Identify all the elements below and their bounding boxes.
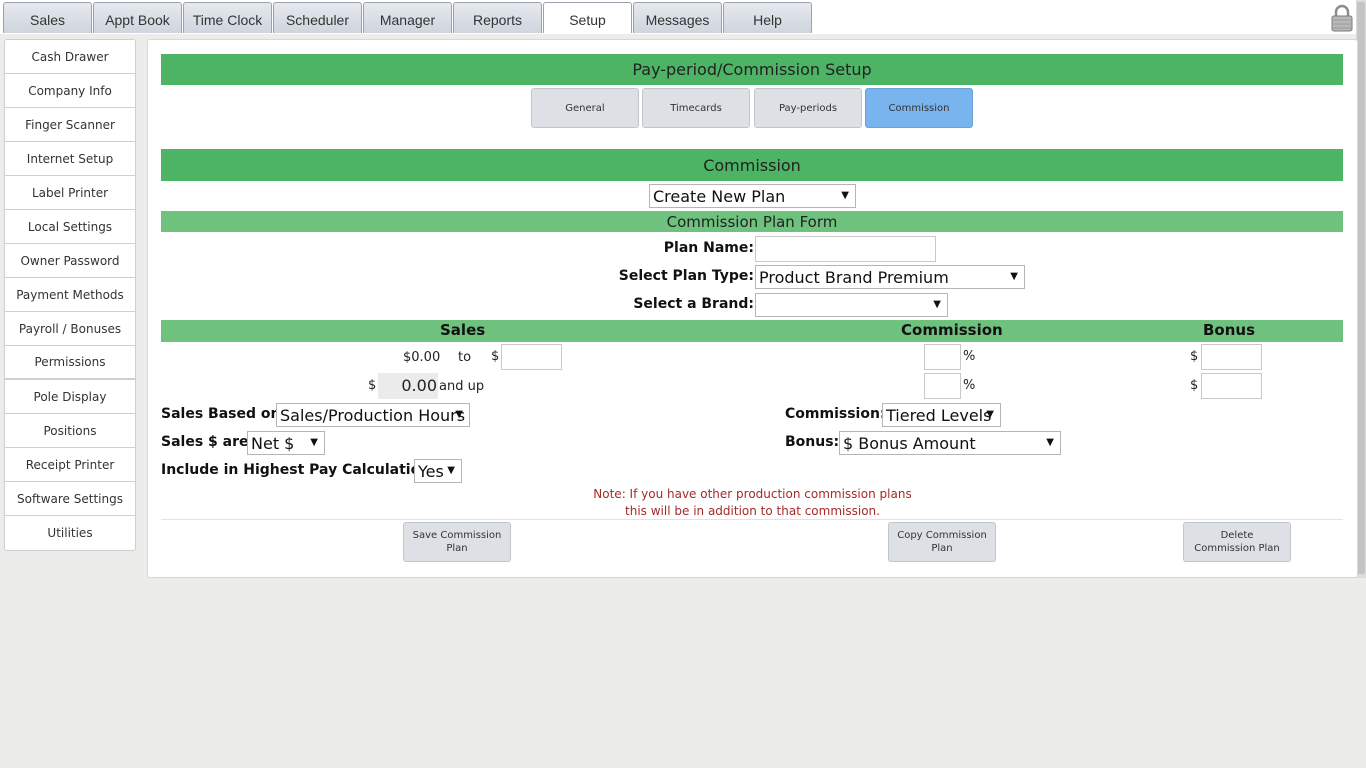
brand-label: Select a Brand:: [633, 296, 754, 312]
sidebar-item-finger-scanner[interactable]: Finger Scanner: [5, 108, 135, 142]
copy-commission-plan-button[interactable]: Copy Commission Plan: [888, 522, 996, 562]
chevron-down-icon: ▼: [310, 437, 318, 448]
tier1-from: $0.00: [403, 350, 441, 365]
sidebar-item-payroll-bonuses[interactable]: Payroll / Bonuses: [5, 312, 135, 346]
chevron-down-icon: ▼: [1010, 271, 1018, 282]
tier2-percent: %: [963, 378, 976, 393]
sidebar-item-software-settings[interactable]: Software Settings: [5, 482, 135, 516]
tab-messages[interactable]: Messages: [633, 2, 722, 33]
lock-icon[interactable]: [1330, 4, 1354, 32]
sales-are-label: Sales $ are:: [161, 434, 255, 450]
form-title: Commission Plan Form: [666, 212, 838, 231]
bonus-type-select[interactable]: $ Bonus Amount ▼: [839, 431, 1061, 455]
tier1-to-label: to: [458, 350, 472, 365]
tab-scheduler[interactable]: Scheduler: [273, 2, 362, 33]
delete-commission-plan-button[interactable]: Delete Commission Plan: [1183, 522, 1291, 562]
tier2-bonus-input[interactable]: [1201, 373, 1262, 399]
commission-note: Note: If you have other production commi…: [148, 486, 1357, 520]
sales-are-value: Net $: [251, 433, 295, 453]
tab-sales[interactable]: Sales: [3, 2, 92, 33]
commission-type-select[interactable]: Tiered Levels ▼: [882, 403, 1001, 427]
tier1-currency: $: [491, 349, 500, 364]
sales-based-value: Sales/Production Hours: [280, 405, 466, 425]
commission-type-value: Tiered Levels: [886, 405, 992, 425]
commission-title-bar: Commission: [161, 149, 1343, 181]
scrollbar-thumb[interactable]: [1357, 2, 1365, 574]
sidebar-item-company-info[interactable]: Company Info: [5, 74, 135, 108]
sales-based-select[interactable]: Sales/Production Hours ▼: [276, 403, 470, 427]
subtab-timecards[interactable]: Timecards: [642, 88, 750, 128]
chevron-down-icon: ▼: [986, 409, 994, 420]
chevron-down-icon: ▼: [933, 299, 941, 310]
page-title: Pay-period/Commission Setup: [632, 60, 872, 79]
tab-appt-book[interactable]: Appt Book: [93, 2, 182, 33]
plan-select-value: Create New Plan: [653, 186, 786, 206]
save-commission-plan-button[interactable]: Save Commission Plan: [403, 522, 511, 562]
plan-type-select[interactable]: Product Brand Premium ▼: [755, 265, 1025, 289]
note-line-1: Note: If you have other production commi…: [593, 487, 912, 501]
subtab-general[interactable]: General: [531, 88, 639, 128]
tier2-and-up: and up: [439, 379, 485, 394]
sidebar-item-utilities[interactable]: Utilities: [5, 516, 135, 550]
commission-title: Commission: [703, 155, 801, 175]
tier1-percent: %: [963, 349, 976, 364]
divider: [161, 519, 1343, 520]
highest-pay-value: Yes: [418, 461, 444, 481]
plan-name-label: Plan Name:: [663, 240, 754, 256]
tier1-to-input[interactable]: [501, 344, 562, 370]
sidebar-item-label-printer[interactable]: Label Printer: [5, 176, 135, 210]
chevron-down-icon: ▼: [841, 190, 849, 201]
sidebar-item-positions[interactable]: Positions: [5, 414, 135, 448]
tab-setup[interactable]: Setup: [543, 2, 632, 33]
tier1-commission-input[interactable]: [924, 344, 961, 370]
highest-pay-select[interactable]: Yes ▼: [414, 459, 462, 483]
tier1-bonus-currency: $: [1190, 349, 1199, 364]
tier2-bonus-currency: $: [1190, 378, 1199, 393]
tier-header-bar: Sales Commission Bonus: [161, 320, 1343, 342]
tier2-amount-input[interactable]: 0.00: [378, 373, 438, 399]
brand-select[interactable]: ▼: [755, 293, 948, 317]
sidebar-item-pole-display[interactable]: Pole Display: [5, 380, 135, 414]
tier1-bonus-input[interactable]: [1201, 344, 1262, 370]
sidebar-item-cash-drawer[interactable]: Cash Drawer: [5, 40, 135, 74]
subtab-pay-periods[interactable]: Pay-periods: [754, 88, 862, 128]
sidebar-item-permissions[interactable]: Permissions: [5, 346, 135, 380]
sidebar-item-owner-password[interactable]: Owner Password: [5, 244, 135, 278]
note-line-2: this will be in addition to that commiss…: [625, 504, 880, 518]
tab-time-clock[interactable]: Time Clock: [183, 2, 272, 33]
plan-type-label: Select Plan Type:: [618, 268, 754, 284]
sales-are-select[interactable]: Net $ ▼: [247, 431, 325, 455]
sales-based-label: Sales Based on:: [161, 406, 287, 422]
tier2-commission-input[interactable]: [924, 373, 961, 399]
sidebar-item-internet-setup[interactable]: Internet Setup: [5, 142, 135, 176]
chevron-down-icon: ▼: [455, 409, 463, 420]
tab-help[interactable]: Help: [723, 2, 812, 33]
sidebar-item-payment-methods[interactable]: Payment Methods: [5, 278, 135, 312]
bonus-type-value: $ Bonus Amount: [843, 433, 976, 453]
sidebar-item-receipt-printer[interactable]: Receipt Printer: [5, 448, 135, 482]
plan-type-value: Product Brand Premium: [759, 267, 949, 287]
chevron-down-icon: ▼: [447, 465, 455, 476]
bonus-type-label: Bonus:: [785, 434, 840, 450]
tab-reports[interactable]: Reports: [453, 2, 542, 33]
subtab-commission[interactable]: Commission: [865, 88, 973, 128]
setup-title-bar: Pay-period/Commission Setup: [161, 54, 1343, 85]
bonus-header: Bonus: [1203, 321, 1256, 339]
tier2-currency: $: [368, 378, 377, 393]
main-panel: Pay-period/Commission Setup General Time…: [147, 39, 1358, 578]
chevron-down-icon: ▼: [1046, 437, 1054, 448]
plan-name-input[interactable]: [755, 236, 936, 262]
sidebar-item-local-settings[interactable]: Local Settings: [5, 210, 135, 244]
sales-header: Sales: [440, 321, 486, 339]
commission-type-label: Commission:: [785, 406, 886, 422]
highest-pay-label: Include in Highest Pay Calculation:: [161, 462, 436, 478]
plan-select[interactable]: Create New Plan ▼: [649, 184, 856, 208]
tab-manager[interactable]: Manager: [363, 2, 452, 33]
top-nav-bar: Sales Appt Book Time Clock Scheduler Man…: [0, 0, 1356, 34]
form-title-bar: Commission Plan Form: [161, 211, 1343, 232]
commission-header: Commission: [901, 321, 1003, 339]
setup-sidebar: Cash Drawer Company Info Finger Scanner …: [4, 39, 136, 551]
